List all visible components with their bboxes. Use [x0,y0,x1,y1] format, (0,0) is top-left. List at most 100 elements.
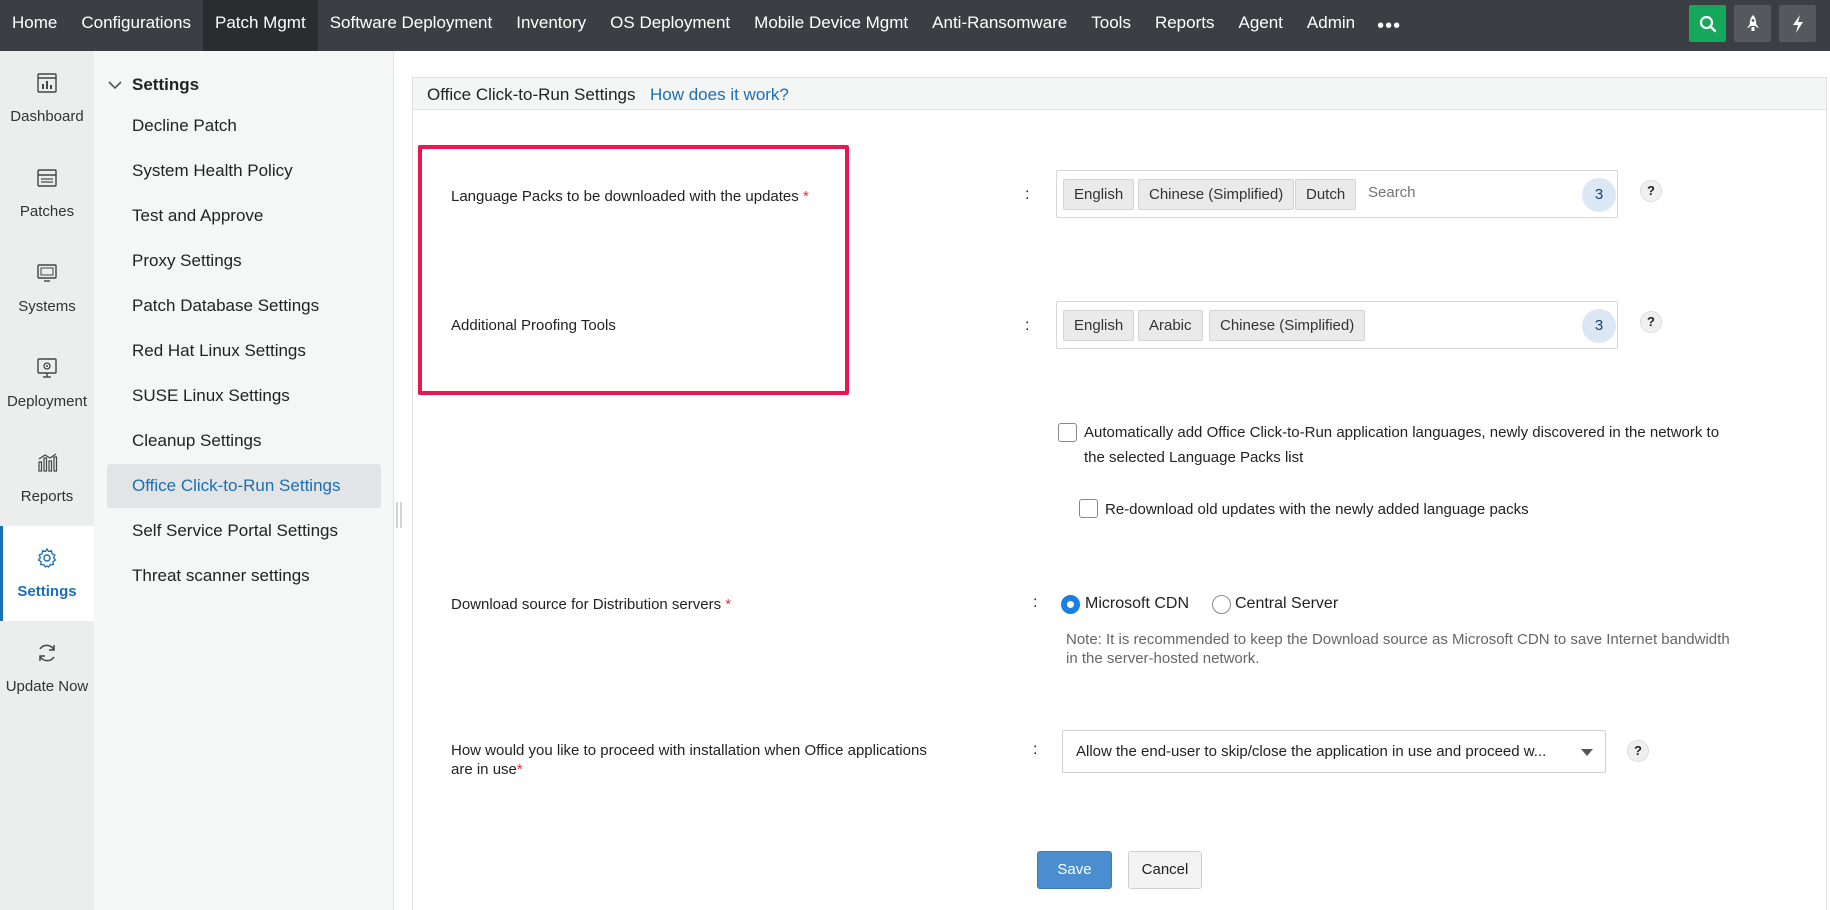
menu-item-patch-database-settings[interactable]: Patch Database Settings [107,284,381,328]
chip-english[interactable]: English [1063,179,1135,210]
nav-mobile-device-mgmt[interactable]: Mobile Device Mgmt [742,0,920,51]
installation-label-line-2: are in use* [451,760,927,779]
language-packs-multiselect[interactable]: English Chinese (Simplified) Dutch 3 [1056,170,1618,218]
nav-inventory[interactable]: Inventory [504,0,598,51]
panel-resize-handle[interactable] [394,500,404,530]
nav-reports[interactable]: Reports [1143,0,1227,51]
field-colon: : [1033,741,1038,758]
dropdown-arrow-icon [1581,749,1593,756]
menu-item-test-and-approve[interactable]: Test and Approve [107,194,381,238]
monitor-icon [37,264,57,282]
rail-item-patches[interactable]: Patches [0,146,94,241]
chip-arabic[interactable]: Arabic [1138,310,1203,341]
menu-item-red-hat-linux-settings[interactable]: Red Hat Linux Settings [107,329,381,373]
settings-menu-heading[interactable]: Settings [108,75,199,95]
how-does-it-work-link[interactable]: How does it work? [650,85,789,105]
selected-count-badge: 3 [1582,178,1616,212]
installation-behavior-select[interactable]: Allow the end-user to skip/close the app… [1062,730,1606,773]
field-colon: : [1025,186,1030,203]
download-source-label: Download source for Distribution servers… [451,595,731,614]
microsoft-cdn-label[interactable]: Microsoft CDN [1085,595,1189,613]
menu-item-suse-linux-settings[interactable]: SUSE Linux Settings [107,374,381,418]
nav-admin[interactable]: Admin [1295,0,1367,51]
rail-item-dashboard[interactable]: Dashboard [0,51,94,146]
help-icon[interactable]: ? [1627,740,1649,762]
nav-software-deployment[interactable]: Software Deployment [318,0,505,51]
nav-agent[interactable]: Agent [1226,0,1294,51]
download-source-label-text: Download source for Distribution servers [451,596,722,613]
actions-button[interactable] [1779,5,1816,42]
nav-home[interactable]: Home [0,0,69,51]
selected-count-badge: 3 [1582,309,1616,343]
redownload-updates-checkbox[interactable] [1079,499,1098,518]
menu-item-proxy-settings[interactable]: Proxy Settings [107,239,381,283]
rail-item-systems[interactable]: Systems [0,241,94,336]
note-line-2: in the server-hosted network. [1066,650,1260,667]
auto-add-line-1: Automatically add Office Click-to-Run ap… [1084,424,1720,441]
rail-item-update-now[interactable]: Update Now [0,621,94,716]
help-icon[interactable]: ? [1640,311,1662,333]
field-colon: : [1033,594,1038,611]
download-source-note: Note: It is recommended to keep the Down… [1066,630,1791,668]
menu-item-system-health-policy[interactable]: System Health Policy [107,149,381,193]
nav-anti-ransomware[interactable]: Anti-Ransomware [920,0,1079,51]
deployment-icon [37,358,57,378]
save-button[interactable]: Save [1037,851,1112,889]
rail-label: Patches [19,203,75,220]
installation-behavior-label: How would you like to proceed with insta… [451,741,927,779]
menu-item-cleanup-settings[interactable]: Cleanup Settings [107,419,381,463]
top-nav: Home Configurations Patch Mgmt Software … [0,0,1830,51]
rail-label: Deployment [6,393,88,410]
page-title: Office Click-to-Run Settings [427,85,636,104]
rail-item-reports[interactable]: Reports [0,431,94,526]
rail-label: Settings [17,583,77,600]
auto-add-languages-checkbox[interactable] [1058,423,1077,442]
nav-os-deployment[interactable]: OS Deployment [598,0,742,51]
more-icon[interactable]: ••• [1367,3,1411,49]
chip-english[interactable]: English [1063,310,1135,341]
nav-patch-mgmt[interactable]: Patch Mgmt [202,0,318,51]
rail-item-settings[interactable]: Settings [0,526,94,621]
nav-tools[interactable]: Tools [1079,0,1143,51]
language-search-input[interactable] [1368,184,1568,201]
cancel-button[interactable]: Cancel [1128,851,1202,889]
panel-header: Office Click-to-Run Settings How does it… [413,78,1826,110]
redownload-updates-label: Re-download old updates with the newly a… [1105,501,1529,518]
rail-item-deployment[interactable]: Deployment [0,336,94,431]
rocket-icon [1746,14,1759,31]
refresh-icon [39,644,55,662]
nav-configurations[interactable]: Configurations [69,0,203,51]
rail-label: Systems [18,298,76,315]
rail-label: Reports [20,488,74,505]
chip-chinese-simplified[interactable]: Chinese (Simplified) [1138,179,1295,210]
highlight-box [418,145,849,395]
auto-add-languages-label: Automatically add Office Click-to-Run ap… [1084,420,1719,470]
search-button[interactable] [1689,5,1726,42]
installation-label-line-1: How would you like to proceed with insta… [451,742,927,759]
menu-item-office-click-to-run-settings[interactable]: Office Click-to-Run Settings [107,464,381,508]
central-server-radio[interactable] [1212,595,1231,614]
chip-dutch[interactable]: Dutch [1295,179,1357,210]
chevron-down-icon [108,81,122,90]
menu-item-self-service-portal-settings[interactable]: Self Service Portal Settings [107,509,381,553]
central-server-label[interactable]: Central Server [1235,595,1338,613]
rail-label: Dashboard [10,108,84,125]
proofing-tools-multiselect[interactable]: English Arabic Chinese (Simplified) 3 [1056,301,1618,349]
required-marker: * [516,761,523,778]
help-icon[interactable]: ? [1640,180,1662,202]
menu-item-decline-patch[interactable]: Decline Patch [107,104,381,148]
chip-chinese-simplified[interactable]: Chinese (Simplified) [1209,310,1366,341]
note-line-1: Note: It is recommended to keep the Down… [1066,631,1730,648]
reports-icon [38,453,58,472]
installation-label-line-2-text: are in use [451,761,517,778]
language-packs-label: Language Packs to be downloaded with the… [451,187,809,206]
microsoft-cdn-radio[interactable] [1061,595,1080,614]
dashboard-icon [37,73,57,93]
auto-add-line-2: the selected Language Packs list [1084,449,1304,466]
settings-menu: Settings Decline Patch System Health Pol… [94,51,394,910]
required-marker: * [725,596,732,613]
quick-launch-button[interactable] [1734,5,1771,42]
settings-menu-title: Settings [132,75,200,94]
menu-item-threat-scanner-settings[interactable]: Threat scanner settings [107,554,381,598]
patches-icon [37,169,57,187]
